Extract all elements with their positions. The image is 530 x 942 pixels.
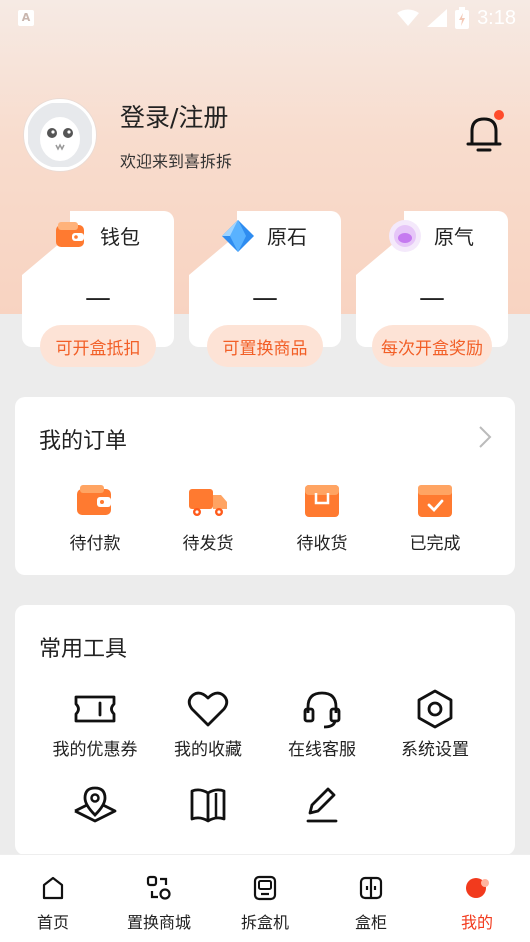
tool-label: 我的收藏: [174, 740, 242, 760]
tab-cabinet[interactable]: 盒柜: [318, 855, 424, 942]
wallet-label: 原石: [267, 225, 307, 249]
profile-dot-icon: [466, 878, 489, 898]
wallet-card-yuanqi[interactable]: 原气 — 每次开盒奖励: [356, 211, 508, 371]
check-box-icon: [418, 485, 452, 517]
status-bar: A 3:18: [0, 0, 530, 36]
tool-favorites[interactable]: 我的收藏: [148, 689, 268, 760]
order-completed[interactable]: 已完成: [385, 483, 485, 554]
profile-section[interactable]: 登录/注册 欢迎来到喜拆拆: [24, 98, 232, 172]
order-label: 待付款: [69, 534, 121, 554]
box-icon: [305, 485, 339, 517]
coupon-icon: [74, 695, 116, 723]
tools-title: 常用工具: [39, 637, 128, 662]
tools-card: 常用工具 我的优惠券 我的收藏 在线客服 系统设置: [15, 605, 515, 855]
gem-icon: [222, 220, 254, 252]
chevron-right-icon[interactable]: [477, 425, 493, 449]
settings-icon: [417, 689, 453, 729]
wallet-value: —: [85, 283, 111, 313]
order-pending-payment[interactable]: 待付款: [45, 483, 145, 554]
wallet-value: —: [419, 283, 445, 313]
login-register-link[interactable]: 登录/注册: [120, 98, 232, 134]
wallet-card-qianbao[interactable]: 钱包 — 可开盒抵扣: [22, 211, 174, 371]
order-pending-shipment[interactable]: 待发货: [158, 483, 258, 554]
home-icon: [42, 876, 64, 900]
notification-dot: [494, 110, 504, 120]
energy-orb-icon: [389, 220, 421, 252]
tab-box-machine[interactable]: 拆盒机: [212, 855, 318, 942]
cabinet-icon: [359, 876, 383, 900]
order-label: 已完成: [409, 534, 461, 554]
tab-label: 拆盒机: [240, 913, 289, 932]
tab-exchange-mall[interactable]: 置换商城: [106, 855, 212, 942]
tab-label: 我的: [460, 913, 493, 932]
bell-icon: [466, 117, 502, 152]
order-pending-receipt[interactable]: 待收货: [272, 483, 372, 554]
notification-app-icon: A: [18, 10, 34, 26]
wallet-tag: 可开盒抵扣: [40, 325, 156, 367]
welcome-text: 欢迎来到喜拆拆: [120, 152, 233, 171]
tool-guide[interactable]: [148, 785, 268, 825]
book-icon: [190, 788, 226, 823]
tool-settings[interactable]: 系统设置: [375, 689, 495, 760]
tool-location[interactable]: [35, 785, 155, 825]
wallet-label: 钱包: [100, 225, 140, 249]
machine-icon: [253, 875, 277, 901]
headset-icon: [303, 691, 341, 729]
tool-customer-service[interactable]: 在线客服: [262, 689, 382, 760]
notification-button[interactable]: [466, 110, 504, 154]
order-label: 待发货: [182, 534, 234, 554]
truck-icon: [189, 489, 227, 516]
tool-label: 我的优惠券: [52, 740, 138, 760]
tab-home[interactable]: 首页: [0, 855, 106, 942]
tool-coupons[interactable]: 我的优惠券: [35, 689, 155, 760]
signal-icon: [427, 9, 448, 27]
exchange-icon: [146, 875, 171, 900]
order-label: 待收货: [296, 534, 348, 554]
tab-label: 盒柜: [354, 913, 387, 932]
bottom-tab-bar: 首页 置换商城 拆盒机 盒柜 我的: [0, 854, 530, 942]
avatar-ghost-icon: [28, 103, 92, 167]
battery-icon: [455, 7, 470, 29]
wallet-icon: [77, 485, 111, 515]
edit-icon: [306, 787, 338, 823]
tab-label: 置换商城: [126, 913, 191, 932]
wallet-tag: 每次开盒奖励: [372, 325, 492, 367]
wallet-label: 原气: [434, 225, 474, 249]
wallet-card-yuanshi[interactable]: 原石 — 可置换商品: [189, 211, 341, 371]
orders-title: 我的订单: [39, 429, 128, 454]
status-time: 3:18: [477, 6, 516, 29]
wallet-icon: [56, 222, 84, 247]
location-icon: [74, 786, 117, 823]
tab-mine[interactable]: 我的: [424, 855, 530, 942]
avatar[interactable]: [24, 99, 96, 171]
heart-icon: [187, 691, 229, 727]
wallet-tag: 可置换商品: [207, 325, 323, 367]
tab-label: 首页: [36, 913, 69, 932]
tool-feedback[interactable]: [262, 785, 382, 825]
tool-label: 在线客服: [288, 740, 356, 760]
wallet-value: —: [252, 283, 278, 313]
orders-card: 我的订单 待付款 待发货 待收货 已完成: [15, 397, 515, 575]
wifi-icon: [397, 9, 420, 26]
tool-label: 系统设置: [401, 740, 469, 760]
